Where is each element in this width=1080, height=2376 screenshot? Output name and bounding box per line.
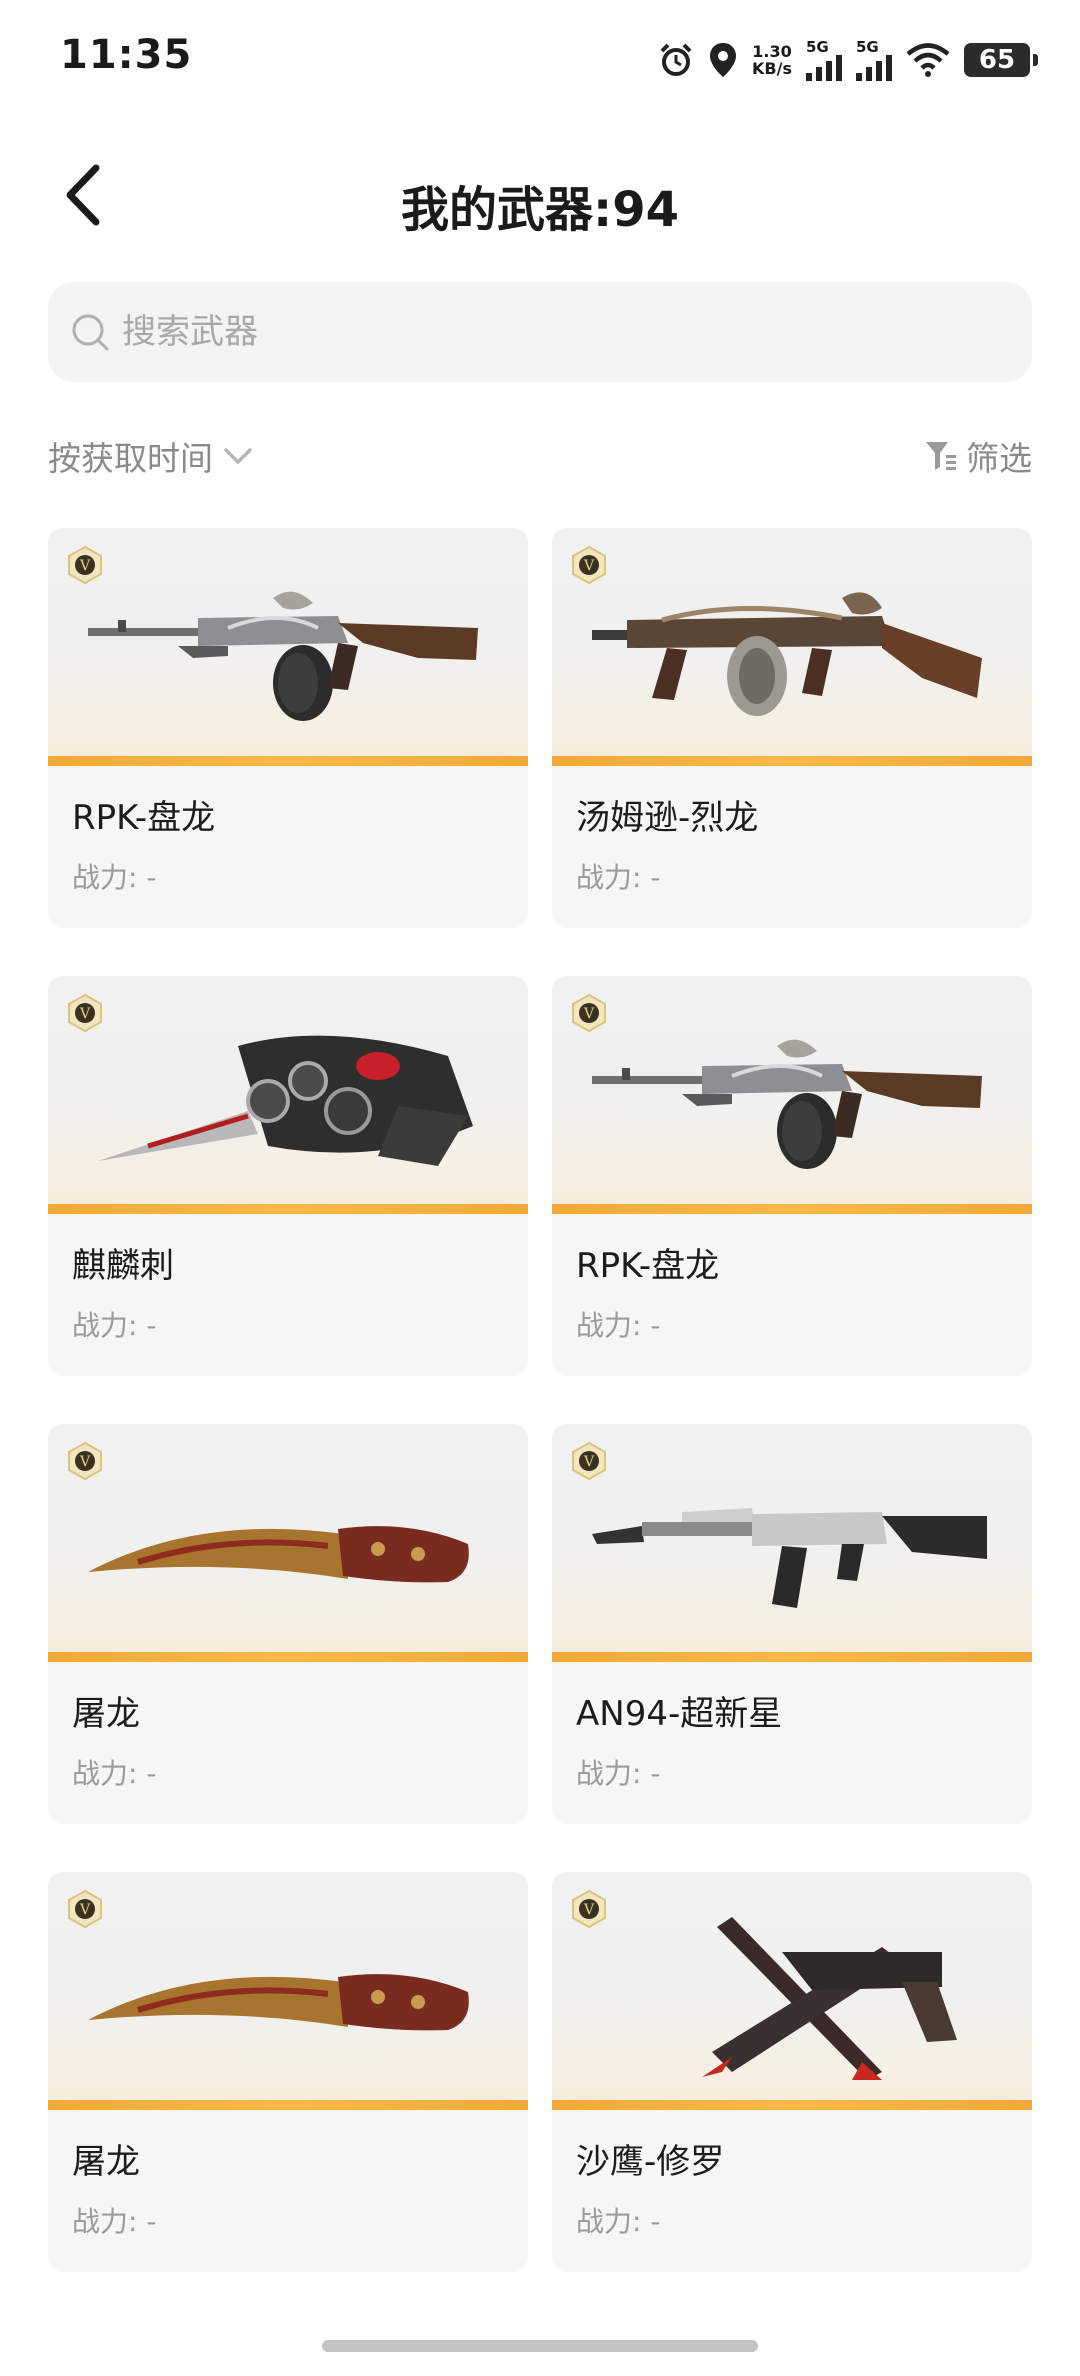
sort-label: 按获取时间 bbox=[48, 439, 213, 478]
weapon-image-area: V bbox=[552, 1424, 1032, 1662]
signal-sim2: 5G bbox=[856, 39, 892, 81]
status-bar: 11:35 1.30 KB/s 5G 5G 65 bbox=[0, 0, 1080, 120]
weapon-image-area: V bbox=[48, 1872, 528, 2110]
filter-button[interactable]: 筛选 bbox=[924, 432, 1032, 480]
sort-dropdown[interactable]: 按获取时间 bbox=[48, 432, 253, 480]
weapon-card[interactable]: V 屠龙 战力: - bbox=[48, 1872, 528, 2272]
filter-label: 筛选 bbox=[966, 439, 1032, 478]
rarity-stripe bbox=[552, 2100, 1032, 2110]
weapon-name: 沙鹰-修罗 bbox=[576, 2142, 725, 2182]
weapon-image-area: V bbox=[48, 976, 528, 1214]
status-icons: 1.30 KB/s 5G 5G 65 bbox=[658, 36, 1038, 84]
weapon-card[interactable]: V 沙鹰-修罗 战力: - bbox=[552, 1872, 1032, 2272]
home-indicator[interactable] bbox=[322, 2340, 758, 2352]
smg-icon bbox=[592, 592, 982, 716]
pistol-knife-icon bbox=[702, 1917, 957, 2080]
rarity-stripe bbox=[552, 756, 1032, 766]
knuckle-blade-icon bbox=[98, 1035, 473, 1166]
signal-sim1: 5G bbox=[806, 39, 842, 81]
weapon-image-area: V bbox=[552, 528, 1032, 766]
battery-indicator: 65 bbox=[964, 43, 1038, 77]
weapon-name: 屠龙 bbox=[72, 1694, 140, 1734]
weapon-card[interactable]: V RPK-盘龙 战力: - bbox=[552, 976, 1032, 1376]
weapon-power: 战力: - bbox=[72, 1757, 157, 1790]
page-title: 我的武器:94 bbox=[401, 182, 679, 238]
rarity-stripe bbox=[48, 2100, 528, 2110]
weapon-power: 战力: - bbox=[576, 1757, 661, 1790]
rifle-icon bbox=[592, 1039, 982, 1169]
signal-bars-icon bbox=[806, 54, 842, 81]
weapon-name: 麒麟刺 bbox=[72, 1246, 174, 1286]
weapon-card[interactable]: V RPK-盘龙 战力: - bbox=[48, 528, 528, 928]
weapon-image-area: V bbox=[48, 1424, 528, 1662]
weapon-name: 屠龙 bbox=[72, 2142, 140, 2182]
weapon-card[interactable]: V 麒麟刺 战力: - bbox=[48, 976, 528, 1376]
kukri-knife-icon bbox=[88, 1526, 469, 1583]
location-icon bbox=[710, 43, 737, 77]
status-time: 11:35 bbox=[60, 32, 193, 78]
weapon-image-area: V bbox=[552, 976, 1032, 1214]
search-input[interactable] bbox=[122, 312, 942, 352]
net-speed: 1.30 KB/s bbox=[752, 42, 792, 78]
weapon-power: 战力: - bbox=[576, 1309, 661, 1342]
rarity-stripe bbox=[552, 1652, 1032, 1662]
weapon-name: RPK-盘龙 bbox=[576, 1246, 720, 1286]
search-icon bbox=[72, 314, 109, 351]
weapon-card[interactable]: V 汤姆逊-烈龙 战力: - bbox=[552, 528, 1032, 928]
rifle-icon bbox=[88, 591, 478, 721]
weapon-card[interactable]: V AN94-超新星 战力: - bbox=[552, 1424, 1032, 1824]
kukri-knife-icon bbox=[88, 1974, 469, 2031]
rarity-stripe bbox=[48, 756, 528, 766]
weapon-image-area: V bbox=[552, 1872, 1032, 2110]
weapon-name: 汤姆逊-烈龙 bbox=[576, 798, 759, 838]
signal-bars-icon bbox=[856, 54, 892, 81]
weapon-image-area: V bbox=[48, 528, 528, 766]
filter-icon bbox=[926, 442, 956, 470]
weapon-card[interactable]: V 屠龙 战力: - bbox=[48, 1424, 528, 1824]
assault-rifle-icon bbox=[592, 1508, 987, 1608]
weapon-name: AN94-超新星 bbox=[576, 1694, 783, 1734]
weapon-power: 战力: - bbox=[576, 861, 661, 894]
weapon-grid: V RPK-盘龙 战力: - V 汤姆逊-烈龙 战力: - V 麒麟刺 战力: … bbox=[48, 528, 1032, 2272]
rarity-stripe bbox=[48, 1204, 528, 1214]
rarity-stripe bbox=[552, 1204, 1032, 1214]
chevron-down-icon bbox=[224, 448, 252, 464]
rarity-stripe bbox=[48, 1652, 528, 1662]
weapon-power: 战力: - bbox=[72, 861, 157, 894]
search-bar[interactable] bbox=[48, 282, 1032, 382]
weapon-name: RPK-盘龙 bbox=[72, 798, 216, 838]
weapon-power: 战力: - bbox=[72, 2205, 157, 2238]
wifi-icon bbox=[906, 43, 950, 77]
weapon-power: 战力: - bbox=[72, 1309, 157, 1342]
alarm-icon bbox=[660, 43, 692, 76]
weapon-power: 战力: - bbox=[576, 2205, 661, 2238]
